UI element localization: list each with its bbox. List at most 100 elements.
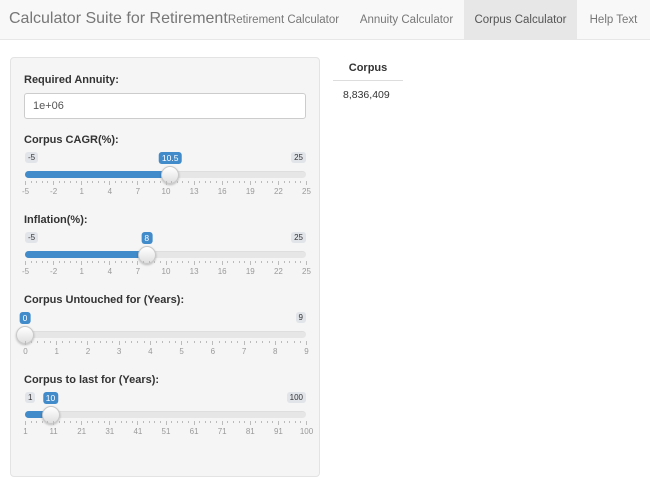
slider-tick-label: 13 <box>189 187 199 196</box>
slider-minor-tick <box>232 261 234 263</box>
slider-minor-tick <box>126 181 128 183</box>
slider-tick <box>109 421 111 425</box>
required-annuity-input[interactable] <box>24 93 306 119</box>
slider-minor-tick <box>92 181 94 183</box>
slider-minor-tick <box>272 421 274 423</box>
slider-minor-tick <box>272 261 274 263</box>
slider-minor-tick <box>37 341 39 343</box>
slider-tick-label: 10 <box>161 187 171 196</box>
slider-tick <box>277 421 279 425</box>
slider-minor-tick <box>92 421 94 423</box>
slider-minor-tick <box>182 181 184 183</box>
slider-minor-tick <box>143 261 145 263</box>
slider-minor-tick <box>126 421 128 423</box>
slider-tick <box>137 181 139 185</box>
slider-minor-tick <box>114 181 116 183</box>
tab-corpus-calculator[interactable]: Corpus Calculator <box>464 0 577 39</box>
slider-minor-tick <box>75 421 77 423</box>
slider-tick <box>81 181 83 185</box>
tab-annuity-calculator[interactable]: Annuity Calculator <box>349 0 464 39</box>
slider-minor-tick <box>137 341 139 343</box>
slider-minor-tick <box>176 421 178 423</box>
slider-minor-tick <box>36 181 38 183</box>
slider-tick-label: 51 <box>161 427 171 436</box>
slider-minor-tick <box>98 261 100 263</box>
slider-tick-label: 3 <box>116 347 122 356</box>
slider-minor-tick <box>199 341 201 343</box>
slider-tick <box>137 421 139 425</box>
slider-max-label: 100 <box>286 392 306 403</box>
tab-retirement-calculator[interactable]: Retirement Calculator <box>218 0 349 39</box>
slider-minor-tick <box>143 421 145 423</box>
slider-tick <box>165 181 167 185</box>
slider-tick <box>53 181 55 185</box>
slider-minor-tick <box>216 181 218 183</box>
slider-tick <box>221 181 223 185</box>
corpus-cagr-label: Corpus CAGR(%): <box>24 134 119 146</box>
slider-minor-tick <box>93 341 95 343</box>
slider-minor-tick <box>237 341 239 343</box>
slider-minor-tick <box>204 421 206 423</box>
slider-minor-tick <box>287 341 289 343</box>
slider-minor-tick <box>244 181 246 183</box>
slider-tick-label: 9 <box>304 347 309 356</box>
slider-minor-tick <box>131 421 133 423</box>
slider-minor-tick <box>30 421 32 423</box>
slider-minor-tick <box>103 421 105 423</box>
navbar: Calculator Suite for Retirement Retireme… <box>0 0 650 40</box>
slider-minor-tick <box>120 181 122 183</box>
slider-minor-tick <box>294 421 296 423</box>
slider-tick <box>212 341 214 345</box>
slider-minor-tick <box>92 261 94 263</box>
slider-max-label: 9 <box>295 312 306 323</box>
slider-minor-tick <box>283 261 285 263</box>
slider-value-label: 0 <box>19 312 31 324</box>
slider-fill <box>25 251 147 258</box>
slider-minor-tick <box>261 421 263 423</box>
slider-minor-tick <box>98 421 100 423</box>
slider-track[interactable] <box>25 411 306 418</box>
slider-minor-tick <box>300 261 302 263</box>
slider-tick <box>109 261 111 265</box>
slider-minor-tick <box>69 421 71 423</box>
slider-minor-tick <box>36 261 38 263</box>
slider-tick <box>25 261 26 265</box>
slider-minor-tick <box>120 421 122 423</box>
slider-minor-tick <box>131 181 133 183</box>
slider-tick-label: 91 <box>273 427 283 436</box>
slider-minor-tick <box>187 181 189 183</box>
slider-minor-tick <box>69 261 71 263</box>
slider-minor-tick <box>204 261 206 263</box>
slider-minor-tick <box>289 181 291 183</box>
slider-tick <box>193 181 195 185</box>
slider-tick <box>81 421 83 425</box>
slider-tick-label: -5 <box>21 267 30 276</box>
slider-minor-tick <box>293 341 295 343</box>
slider-minor-tick <box>272 181 274 183</box>
slider-minor-tick <box>238 261 240 263</box>
slider-minor-tick <box>199 421 201 423</box>
slider-minor-tick <box>148 181 150 183</box>
slider-tick-label: 19 <box>245 267 255 276</box>
slider-value-label: 10.5 <box>158 152 182 164</box>
slider-minor-tick <box>299 341 301 343</box>
slider-track[interactable] <box>25 331 306 338</box>
slider-minor-tick <box>143 341 145 343</box>
slider-tick-label: 4 <box>107 187 113 196</box>
slider-minor-tick <box>159 261 161 263</box>
slider-tick-label: 22 <box>273 187 283 196</box>
slider-minor-tick <box>187 261 189 263</box>
tab-help-text[interactable]: Help Text <box>577 0 650 39</box>
slider-minor-tick <box>171 421 173 423</box>
slider-minor-tick <box>75 181 77 183</box>
result-table-cell: 8,836,409 <box>343 89 390 101</box>
slider-tick <box>277 261 279 265</box>
slider-minor-tick <box>249 341 251 343</box>
slider-tick <box>118 341 120 345</box>
slider-tick-label: 16 <box>217 267 227 276</box>
slider-handle[interactable] <box>41 406 60 424</box>
slider-handle[interactable] <box>137 246 156 264</box>
slider-minor-tick <box>106 341 108 343</box>
corpus-last-slider[interactable]: 1 100 10 1 11 21 31 41 51 61 71 81 91 100 <box>0 0 650 436</box>
slider-tick <box>25 181 26 185</box>
